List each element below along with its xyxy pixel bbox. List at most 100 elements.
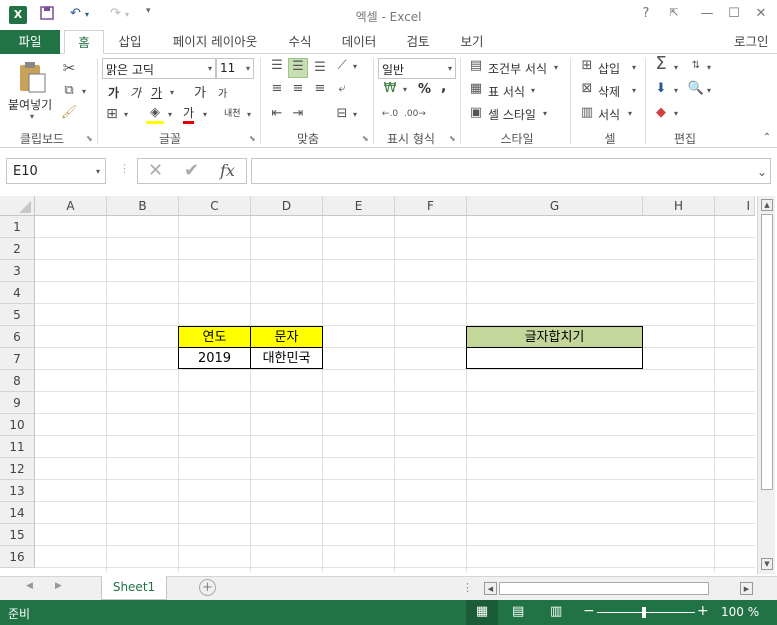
row-header-5[interactable]: 5 (0, 304, 35, 326)
name-box[interactable]: E10 ▾ (6, 158, 106, 184)
tab-view[interactable]: 보기 (452, 30, 492, 54)
tab-data[interactable]: 데이터 (334, 30, 384, 54)
row-header-10[interactable]: 10 (0, 414, 35, 436)
name-box-dropdown-icon[interactable]: ▾ (96, 167, 100, 176)
maximize-button[interactable]: ☐ (724, 6, 744, 24)
accounting-format-icon[interactable]: ₩ (380, 81, 400, 97)
find-select-icon[interactable]: 🔍 (686, 81, 706, 97)
close-button[interactable]: ✕ (751, 6, 771, 24)
sort-filter-icon[interactable]: ⇅ (686, 58, 706, 74)
font-size-dropdown-icon[interactable]: ▾ (246, 64, 250, 73)
page-break-view-icon[interactable]: ▥ (550, 604, 562, 619)
fill-dropdown-icon[interactable]: ▾ (674, 86, 678, 95)
normal-view-icon[interactable]: ▦ (466, 600, 498, 625)
font-color-button[interactable]: 가 (183, 104, 195, 124)
align-middle-icon[interactable]: ☰ (288, 58, 308, 78)
vertical-scrollbar[interactable]: ▲ ▼ (757, 196, 775, 574)
conditional-format-button[interactable]: 조건부 서식 (488, 60, 547, 77)
signin-link[interactable]: 로그인 (734, 30, 777, 54)
scroll-left-icon[interactable]: ◀ (484, 582, 497, 595)
horizontal-scroll-thumb[interactable] (499, 582, 709, 595)
border-icon[interactable]: ⊞ (104, 106, 120, 122)
row-header-4[interactable]: 4 (0, 282, 35, 304)
scroll-right-icon[interactable]: ▶ (740, 582, 753, 595)
fill-icon[interactable]: ⬇ (652, 81, 670, 97)
row-header-1[interactable]: 1 (0, 216, 35, 238)
cell-styles-button[interactable]: 셀 스타일 (488, 106, 536, 123)
column-header-h[interactable]: H (643, 196, 715, 216)
insert-cells-dropdown-icon[interactable]: ▾ (632, 63, 636, 72)
alignment-launcher-icon[interactable]: ⬊ (362, 134, 369, 143)
underline-button[interactable]: 가 (151, 84, 162, 101)
zoom-out-icon[interactable]: − (583, 603, 595, 619)
fill-color-icon[interactable]: ◈ (146, 105, 164, 124)
row-header-9[interactable]: 9 (0, 392, 35, 414)
increase-decimal-icon[interactable]: ←.0 (380, 106, 400, 122)
fill-color-dropdown-icon[interactable]: ▾ (168, 110, 172, 119)
paste-dropdown-icon[interactable]: ▾ (30, 112, 34, 121)
cell-c7[interactable]: 2019 (178, 347, 251, 369)
accounting-dropdown-icon[interactable]: ▾ (403, 85, 407, 94)
row-header-6[interactable]: 6 (0, 326, 35, 348)
cell-d6[interactable]: 문자 (250, 326, 323, 348)
phonetic-button[interactable]: 내천 (224, 106, 241, 119)
select-all-corner[interactable] (0, 196, 35, 216)
font-name-box[interactable]: 맑은 고딕 ▾ (102, 58, 216, 79)
cell-g6[interactable]: 글자합치기 (466, 326, 643, 348)
cell-styles-icon[interactable]: ▣ (467, 105, 485, 121)
vertical-scroll-thumb[interactable] (761, 214, 773, 490)
percent-button[interactable]: % (418, 82, 431, 97)
align-center-icon[interactable]: ≡ (289, 81, 307, 97)
format-as-table-icon[interactable]: ▦ (467, 81, 485, 97)
clear-dropdown-icon[interactable]: ▾ (674, 109, 678, 118)
help-icon[interactable]: ? (636, 6, 656, 24)
enter-icon[interactable]: ✔ (184, 160, 199, 181)
formula-input[interactable] (251, 158, 771, 184)
row-header-13[interactable]: 13 (0, 480, 35, 502)
delete-cells-button[interactable]: 삭제 (598, 83, 620, 100)
format-cells-dropdown-icon[interactable]: ▾ (628, 109, 632, 118)
delete-cells-icon[interactable]: ⊠ (578, 81, 596, 97)
paste-button[interactable]: 붙여넣기 (8, 96, 52, 113)
wrap-text-icon[interactable]: ⤶ (333, 81, 351, 97)
row-header-2[interactable]: 2 (0, 238, 35, 260)
copy-dropdown-icon[interactable]: ▾ (82, 87, 86, 96)
border-dropdown-icon[interactable]: ▾ (124, 110, 128, 119)
horizontal-scrollbar[interactable]: ◀ ▶ (482, 581, 755, 596)
column-header-b[interactable]: B (107, 196, 179, 216)
copy-icon[interactable]: ⧉ (60, 83, 78, 99)
comma-button[interactable]: , (441, 79, 446, 95)
font-name-dropdown-icon[interactable]: ▾ (208, 64, 212, 73)
find-select-dropdown-icon[interactable]: ▾ (707, 86, 711, 95)
column-header-e[interactable]: E (323, 196, 395, 216)
new-sheet-icon[interactable]: + (199, 579, 216, 596)
tab-formulas[interactable]: 수식 (280, 30, 320, 54)
delete-cells-dropdown-icon[interactable]: ▾ (632, 86, 636, 95)
row-header-3[interactable]: 3 (0, 260, 35, 282)
decrease-indent-icon[interactable]: ⇤ (268, 106, 286, 122)
row-header-11[interactable]: 11 (0, 436, 35, 458)
collapse-ribbon-icon[interactable]: ⌃ (760, 130, 774, 146)
tab-file[interactable]: 파일 (0, 30, 60, 54)
cancel-icon[interactable]: ✕ (148, 160, 163, 181)
row-header-16[interactable]: 16 (0, 546, 35, 568)
scroll-up-icon[interactable]: ▲ (761, 199, 773, 211)
merge-dropdown-icon[interactable]: ▾ (353, 110, 357, 119)
cell-d7[interactable]: 대한민국 (250, 347, 323, 369)
grow-font-button[interactable]: 가 (194, 82, 206, 101)
column-header-f[interactable]: F (395, 196, 467, 216)
format-painter-icon[interactable]: 🖌 (60, 105, 78, 121)
row-header-15[interactable]: 15 (0, 524, 35, 546)
sort-filter-dropdown-icon[interactable]: ▾ (707, 63, 711, 72)
row-header-7[interactable]: 7 (0, 348, 35, 370)
column-header-d[interactable]: D (251, 196, 323, 216)
italic-button[interactable]: 가 (130, 84, 141, 101)
cell-styles-dropdown-icon[interactable]: ▾ (543, 109, 547, 118)
format-cells-button[interactable]: 서식 (598, 106, 620, 123)
align-bottom-icon[interactable]: ☰ (311, 60, 329, 76)
next-sheet-icon[interactable]: ▶ (55, 581, 62, 591)
insert-cells-button[interactable]: 삽입 (598, 60, 620, 77)
orientation-dropdown-icon[interactable]: ▾ (353, 62, 357, 71)
zoom-in-icon[interactable]: + (697, 603, 709, 619)
zoom-slider-thumb[interactable] (642, 607, 646, 618)
